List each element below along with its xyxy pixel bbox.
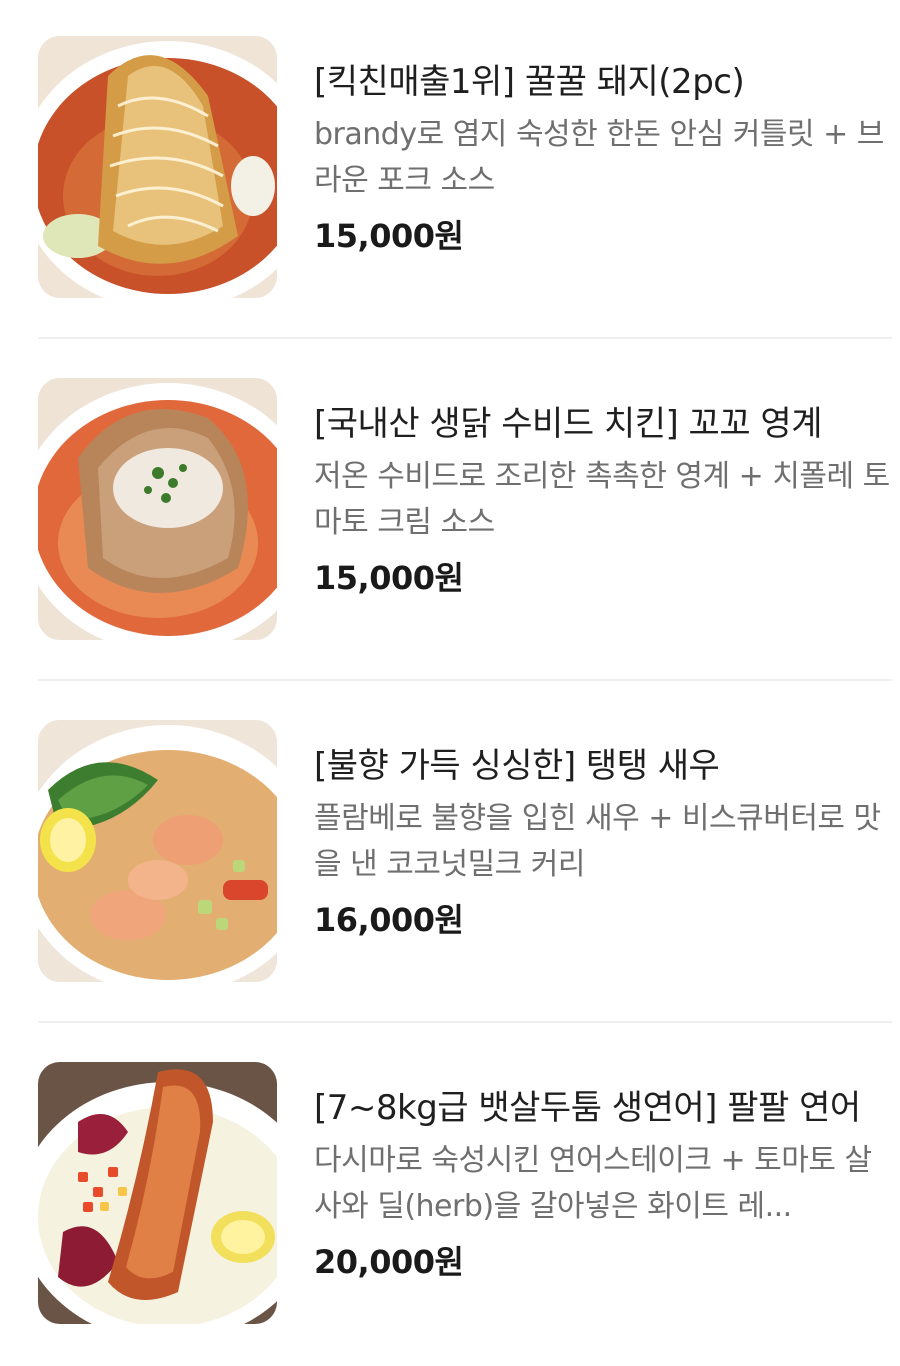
menu-item-description: brandy로 염지 숙성한 한돈 안심 커틀릿 + 브라운 포크 소스 (314, 117, 884, 198)
menu-item-title: [국내산 생닭 수비드 치킨] 꼬꼬 영계 (314, 404, 823, 444)
menu-item-sous-vide-chicken[interactable]: [국내산 생닭 수비드 치킨] 꼬꼬 영계 저온 수비드로 조리한 촉촉한 영계… (38, 378, 892, 678)
menu-item-description: 저온 수비드로 조리한 촉촉한 영계 + 치폴레 토마토 크림 소스 (314, 459, 890, 540)
menu-item-photo (38, 378, 277, 640)
menu-item-pork-cutlet[interactable]: [킥친매출1위] 꿀꿀 돼지(2pc) brandy로 염지 숙성한 한돈 안심… (38, 36, 892, 336)
menu-item-price: 15,000원 (314, 217, 464, 255)
menu-item-price: 20,000원 (314, 1243, 464, 1281)
menu-item-info: [불향 가득 싱싱한] 탱탱 새우 플람베로 불향을 입힌 새우 + 비스큐버터… (314, 740, 894, 944)
divider (38, 679, 892, 681)
menu-item-title: [7~8kg급 뱃살두툼 생연어] 팔팔 연어 (314, 1088, 861, 1128)
menu-item-salmon[interactable]: [7~8kg급 뱃살두툼 생연어] 팔팔 연어 다시마로 숙성시킨 연어스테이크… (38, 1062, 892, 1362)
menu-item-price: 15,000원 (314, 559, 464, 597)
menu-item-price: 16,000원 (314, 901, 464, 939)
menu-item-shrimp[interactable]: [불향 가득 싱싱한] 탱탱 새우 플람베로 불향을 입힌 새우 + 비스큐버터… (38, 720, 892, 1020)
menu-item-info: [킥친매출1위] 꿀꿀 돼지(2pc) brandy로 염지 숙성한 한돈 안심… (314, 56, 894, 260)
salmon-photo-illustration (38, 1062, 277, 1324)
menu-item-photo (38, 36, 277, 298)
menu-item-description: 플람베로 불향을 입힌 새우 + 비스큐버터로 맛을 낸 코코넛밀크 커리 (314, 801, 881, 882)
menu-item-title: [불향 가득 싱싱한] 탱탱 새우 (314, 746, 720, 786)
menu-item-photo (38, 720, 277, 982)
menu-item-title: [킥친매출1위] 꿀꿀 돼지(2pc) (314, 62, 745, 102)
shrimp-photo-illustration (38, 720, 277, 982)
menu-item-photo (38, 1062, 277, 1324)
menu-item-info: [7~8kg급 뱃살두툼 생연어] 팔팔 연어 다시마로 숙성시킨 연어스테이크… (314, 1082, 894, 1286)
menu-list: [킥친매출1위] 꿀꿀 돼지(2pc) brandy로 염지 숙성한 한돈 안심… (0, 0, 900, 1366)
divider (38, 337, 892, 339)
pork-cutlet-photo-illustration (38, 36, 277, 298)
chicken-photo-illustration (38, 378, 277, 640)
menu-item-description: 다시마로 숙성시킨 연어스테이크 + 토마토 살사와 딜(herb)을 갈아넣은… (314, 1143, 872, 1224)
menu-item-info: [국내산 생닭 수비드 치킨] 꼬꼬 영계 저온 수비드로 조리한 촉촉한 영계… (314, 398, 894, 602)
divider (38, 1021, 892, 1023)
